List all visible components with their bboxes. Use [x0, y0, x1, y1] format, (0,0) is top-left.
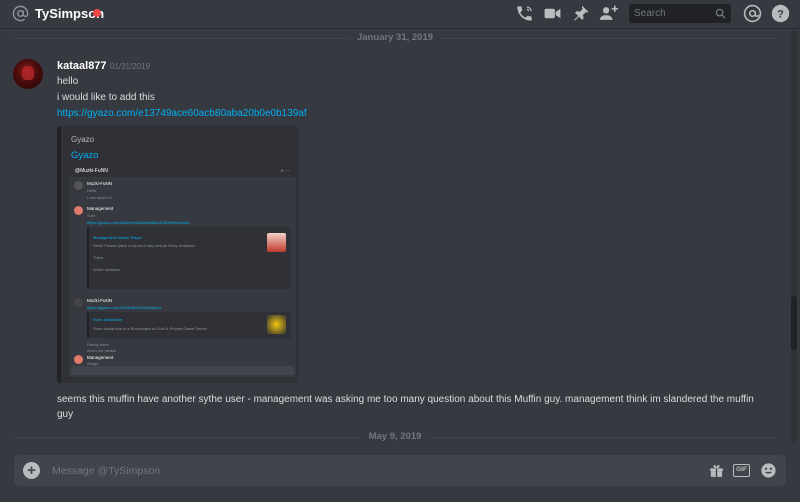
author-avatar[interactable] — [13, 59, 43, 89]
mini-text: I can doubt u? — [87, 195, 113, 200]
mini-author: Muzki-FuNN — [87, 298, 113, 303]
mini-avatar — [74, 355, 83, 364]
message-followup: seems this muffin have another sythe use… — [57, 394, 754, 420]
call-icon[interactable] — [515, 4, 534, 23]
mini-text: Rune Avalanche is a Runescape at Gold & … — [93, 326, 207, 331]
pin-icon[interactable] — [571, 4, 590, 23]
scrollbar-track[interactable] — [791, 30, 797, 444]
mini-text: Hello! Please place a report of any and … — [93, 243, 196, 248]
mini-embed: Management Insider Player Hello! Please … — [87, 227, 291, 289]
mini-author: Management — [87, 206, 114, 211]
search-icon[interactable] — [715, 8, 726, 19]
mini-header-icons: ⌕ ⋯ — [280, 168, 290, 174]
message-line: i would like to add this — [57, 92, 155, 103]
search-placeholder: Search — [634, 8, 666, 19]
embed-title[interactable]: Gyazo — [71, 150, 98, 161]
mini-author: Muzki-FuNN — [87, 181, 113, 186]
embed-provider: Gyazo — [71, 135, 95, 144]
mini-text: Rarely more — [87, 342, 109, 347]
message-input[interactable] — [52, 455, 692, 486]
date-divider: May 9, 2019 — [14, 431, 776, 442]
date-divider-label: May 9, 2019 — [360, 431, 430, 442]
message-timestamp: 01/31/2019 — [110, 62, 151, 71]
link-embed: Gyazo Gyazo @Muzki-FuNN ⌕ ⋯ Muzki-FuNN H… — [57, 126, 298, 383]
mini-text: Wrote mistakes — [93, 267, 121, 272]
mini-embed-title: Management Insider Player — [93, 235, 142, 240]
status-indicator — [93, 9, 101, 17]
mini-channel-name: @Muzki-FuNN — [75, 168, 108, 174]
mini-channel-header: @Muzki-FuNN ⌕ ⋯ — [69, 166, 296, 177]
mini-avatar — [74, 206, 83, 215]
video-icon[interactable] — [543, 4, 562, 23]
mini-link: https://gyazo.com/4f46a7ee0a02e3a9a2d19b… — [87, 220, 190, 225]
gift-icon[interactable] — [708, 462, 725, 479]
mini-thumbnail — [267, 315, 286, 334]
mini-message-input — [71, 366, 294, 375]
mini-thumbnail — [267, 233, 286, 252]
message-link[interactable]: https://gyazo.com/e13749ace60acb80aba20b… — [57, 108, 307, 119]
attach-plus-icon[interactable]: + — [23, 462, 40, 479]
mini-embed: Rune Avalanche Rune Avalanche is a Runes… — [87, 312, 291, 338]
mini-author: Management — [87, 355, 114, 360]
svg-text:?: ? — [777, 8, 784, 20]
message-list[interactable]: January 31, 2019 kataal877 01/31/2019 he… — [0, 28, 790, 444]
mini-text: Hello — [87, 188, 97, 193]
channel-header: TySimpson Search ? — [0, 0, 800, 28]
mini-avatar — [74, 298, 83, 307]
mini-embed-title: Rune Avalanche — [93, 317, 123, 322]
date-divider: January 31, 2019 — [14, 32, 776, 43]
at-icon — [12, 5, 29, 22]
mini-link: https://gyazo.com/4f7a3b6e3e9a2f4a5c1e — [87, 305, 162, 310]
mini-text: Sure — [87, 213, 96, 218]
mini-text: There — [93, 255, 104, 260]
message-author[interactable]: kataal877 — [57, 60, 107, 72]
gif-icon[interactable]: GIF — [733, 464, 750, 477]
message-composer: + GIF — [14, 455, 786, 486]
mini-text: much not please — [87, 348, 117, 353]
emoji-icon[interactable] — [760, 462, 777, 479]
date-divider-label: January 31, 2019 — [348, 32, 442, 43]
scrollbar-thumb[interactable] — [791, 296, 797, 350]
search-bar[interactable]: Search — [629, 4, 731, 23]
help-icon[interactable]: ? — [771, 4, 790, 23]
add-friend-icon[interactable] — [599, 4, 618, 23]
embed-screenshot-image[interactable]: @Muzki-FuNN ⌕ ⋯ Muzki-FuNN Hello I can d… — [69, 166, 296, 377]
mentions-icon[interactable] — [743, 4, 762, 23]
message-line: hello — [57, 76, 79, 87]
mini-avatar — [74, 181, 83, 190]
